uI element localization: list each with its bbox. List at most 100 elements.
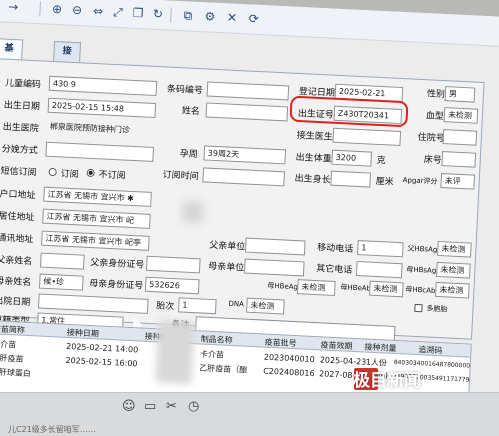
cell: 2025-02-15 16:00 (65, 355, 138, 369)
birth-date-field[interactable]: 2025-02-15 15:48 (47, 97, 157, 119)
tab-adverse-reaction[interactable]: 接种异常反应史 (53, 40, 82, 171)
dna-label: DNA (228, 299, 245, 309)
gender-label: 性别 (426, 89, 446, 101)
birth-length-field[interactable] (330, 170, 372, 188)
sub-time-field[interactable] (202, 167, 285, 187)
hbsag-father-label: 父HBsAg (407, 244, 438, 254)
father-id-field[interactable] (145, 255, 201, 274)
paste-icon[interactable]: ⧉ (180, 8, 196, 24)
fit-page-icon[interactable]: ⤢ (110, 5, 126, 21)
child-id-label: 儿童编码 (4, 78, 42, 91)
scissors-icon[interactable]: ✂ (166, 400, 177, 414)
emoji-icon[interactable]: ☺ (122, 400, 136, 414)
mother-hbcab-label: 母HBcAb (405, 285, 436, 295)
weight-unit: 克 (376, 155, 386, 167)
col-header[interactable]: 疫苗效期 (320, 339, 352, 352)
cell: 卡介苗 (199, 349, 225, 360)
mother-hbeag-field[interactable]: 未检测 (296, 279, 336, 296)
copy-icon[interactable]: ❐ (130, 6, 146, 22)
privacy-blur (155, 320, 195, 385)
room-field[interactable] (442, 129, 478, 146)
apgar-field[interactable]: 未评 (440, 173, 476, 190)
birth-weight-label: 出生体重 (295, 152, 332, 165)
other-phone-field[interactable] (355, 261, 403, 279)
mother-hbeab-field[interactable]: 未检测 (369, 280, 404, 298)
cell: 乙肝疫苗（酿 (199, 363, 248, 375)
col-header[interactable]: 接种剂量 (364, 341, 396, 354)
father-unit-field[interactable] (244, 237, 306, 256)
hospital-field[interactable]: 郴泉医院预防接种门诊 (46, 120, 155, 140)
sms-subscribe-radio[interactable] (48, 167, 57, 177)
rotate-icon[interactable]: ↻ (150, 7, 166, 23)
multi-birth-checkbox[interactable] (414, 303, 423, 313)
cell: 乙肝球蛋白 (0, 367, 32, 379)
hbsag-father-field[interactable]: 未检测 (437, 240, 472, 258)
toolbar-separator (39, 1, 41, 17)
delivery-label: 分娩方式 (1, 144, 38, 157)
mail-field[interactable]: 江苏省 无锡市 宜兴市 屺亭 (41, 230, 150, 251)
cell: C202408016 (262, 366, 315, 379)
gender-field[interactable]: 男 (444, 86, 476, 103)
tab-basic-info[interactable]: 基本信息 (0, 38, 24, 111)
col-header[interactable]: 制品名称 (200, 333, 232, 346)
gest-week-field[interactable]: 39周2天 (203, 145, 287, 165)
birth-weight-field[interactable]: 3200 (331, 149, 373, 167)
sms-subscribe-text: 订阅 (60, 169, 79, 181)
col-header[interactable]: 疫苗简称 (0, 323, 25, 336)
mother-unit-label: 母亲单位 (207, 261, 245, 274)
bed-field[interactable] (441, 151, 477, 168)
length-unit: 厘米 (375, 176, 394, 188)
cell: 2023040010 (263, 352, 315, 365)
sms-label: 短信订阅 (0, 166, 37, 179)
father-id-label: 父亲身份证号 (90, 258, 145, 271)
col-header[interactable]: 追溯码 (418, 344, 443, 356)
mother-hbeag-label: 母HBeAg (267, 281, 299, 292)
father-name-label: 父亲姓名 (0, 255, 33, 268)
hukou-field[interactable]: 江苏省 无锡市 宜兴市 ✱ (43, 186, 152, 207)
parity-label: 胎次 (155, 301, 175, 313)
blood-type-field[interactable]: 未检测 (443, 107, 479, 124)
bed-label: 床号 (423, 155, 442, 167)
mother-id-field[interactable]: 532626 (144, 276, 200, 295)
hukou-label: 户口地址 (0, 189, 36, 202)
doctor-label: 接生医生 (296, 130, 333, 143)
hospital-label: 出生医院 (2, 122, 39, 135)
hbsag-mother-field[interactable]: 未检测 (436, 261, 471, 279)
mother-name-field[interactable]: 候•珍 (38, 273, 84, 291)
col-header[interactable]: 疫苗批号 (264, 337, 296, 350)
barcode-label: 条码编号 (166, 84, 204, 97)
col-header[interactable]: 接种日期 (67, 327, 99, 340)
mother-unit-field[interactable] (243, 258, 305, 277)
privacy-blur (182, 201, 204, 223)
parity-field[interactable]: 1 (177, 297, 217, 315)
zoom-out-icon[interactable]: ⊖ (69, 3, 85, 19)
name-field[interactable] (205, 102, 289, 122)
fit-width-icon[interactable]: ⇔ (90, 4, 106, 20)
sms-unsubscribe-text: 不订阅 (98, 170, 126, 182)
settings-icon[interactable]: ⚙ (202, 9, 218, 25)
doctor-field[interactable] (332, 127, 402, 147)
close-icon[interactable]: ✕ (224, 10, 240, 26)
folder-icon[interactable]: ▭ (144, 400, 156, 414)
father-unit-label: 父亲单位 (209, 240, 246, 253)
chat-input[interactable]: 儿C21级多长留咱军…… (8, 424, 96, 435)
multi-birth-label: 多胞胎 (426, 304, 448, 314)
sms-unsubscribe-radio[interactable] (86, 168, 95, 178)
sub-time-label: 订阅时间 (162, 170, 199, 183)
mobile-field[interactable]: 1 (356, 240, 404, 258)
birth-date-label: 出生日期 (3, 100, 41, 113)
refresh-icon[interactable]: ⟳ (246, 11, 262, 27)
apgar-label: Apgar评分 (402, 176, 438, 186)
zoom-in-icon[interactable]: ⊕ (49, 2, 65, 18)
discharge-field[interactable] (37, 293, 149, 314)
dna-field[interactable]: 未检测 (246, 297, 285, 315)
barcode-field[interactable] (206, 81, 290, 101)
residence-field[interactable]: 江苏省 无锡市 宜兴市 屺 (42, 208, 151, 229)
father-name-field[interactable] (39, 252, 85, 270)
history-icon[interactable]: ◷ (188, 400, 199, 414)
delivery-field[interactable] (45, 141, 155, 162)
mother-hbcab-field[interactable]: 未检测 (435, 281, 470, 299)
room-label: 住院号 (417, 132, 446, 145)
child-id-field[interactable]: 430 9 (48, 75, 158, 97)
back-arrow-icon[interactable]: → (5, 0, 21, 15)
